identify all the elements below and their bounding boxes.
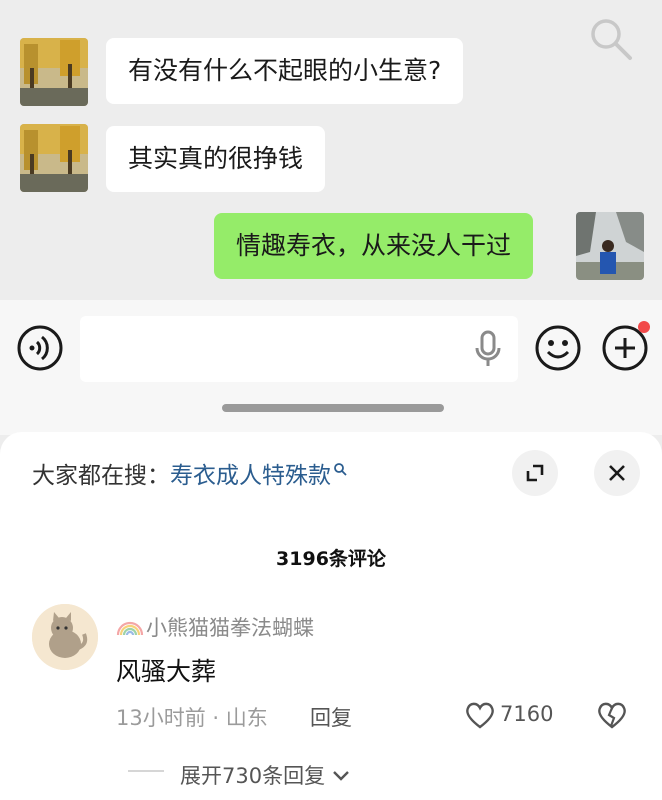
trending-keyword[interactable]: 寿衣成人特殊款	[170, 463, 331, 489]
message-bubble-outgoing: 情趣寿衣，从来没人干过	[214, 213, 534, 279]
close-icon[interactable]	[594, 450, 640, 496]
message-text: 情趣寿衣，从来没人干过	[236, 231, 512, 260]
message-bubble-incoming: 有没有什么不起眼的小生意?	[106, 38, 464, 104]
expand-replies-button[interactable]: 展开730条回复	[180, 760, 350, 790]
message-input[interactable]	[80, 316, 518, 382]
voice-icon[interactable]	[16, 324, 64, 376]
comment-text: 风骚大葬	[116, 657, 217, 686]
my-avatar[interactable]	[576, 212, 644, 280]
expand-replies-label: 展开730条回复	[180, 764, 326, 788]
emoji-icon[interactable]	[534, 324, 582, 376]
comment-sheet: 大家都在搜：寿衣成人特殊款 3196条评论 小熊猫猫拳法蝴蝶 风骚大葬 13小时…	[0, 432, 662, 800]
contact-avatar[interactable]	[20, 38, 88, 106]
rainbow-icon	[116, 621, 144, 636]
plus-icon[interactable]	[600, 320, 652, 376]
chevron-down-icon	[332, 764, 350, 788]
search-icon[interactable]	[588, 16, 634, 62]
username-text: 小熊猫猫拳法蝴蝶	[146, 616, 314, 640]
search-icon	[333, 456, 347, 482]
commenter-avatar[interactable]	[32, 604, 98, 670]
trending-search[interactable]: 大家都在搜：寿衣成人特殊款	[32, 456, 347, 490]
microphone-icon[interactable]	[474, 330, 502, 372]
commenter-username[interactable]: 小熊猫猫拳法蝴蝶	[116, 612, 314, 642]
comment-count-title: 3196条评论	[276, 548, 386, 570]
chat-input-bar	[0, 300, 662, 435]
message-text: 有没有什么不起眼的小生意?	[128, 56, 442, 85]
message-text: 其实真的很挣钱	[128, 144, 304, 173]
broken-heart-icon[interactable]	[596, 700, 628, 734]
message-bubble-incoming: 其实真的很挣钱	[106, 126, 326, 192]
comment-time-location: 13小时前 · 山东	[116, 706, 268, 730]
expand-icon[interactable]	[512, 450, 558, 496]
trending-prefix: 大家都在搜：	[32, 463, 170, 489]
heart-icon[interactable]	[464, 700, 496, 730]
reply-button[interactable]: 回复	[310, 702, 352, 732]
notification-dot	[638, 321, 650, 333]
home-indicator[interactable]	[222, 404, 444, 412]
chat-area: 有没有什么不起眼的小生意? 其实真的很挣钱 情趣寿衣，从来没人干过	[0, 0, 662, 300]
expand-divider	[128, 770, 164, 772]
like-count: 7160	[500, 702, 554, 726]
contact-avatar[interactable]	[20, 124, 88, 192]
